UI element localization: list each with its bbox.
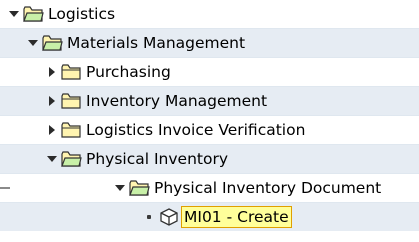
- folder-open-icon: [60, 149, 82, 169]
- tree-node-logistics[interactable]: Logistics: [0, 0, 419, 29]
- folder-icon: [60, 62, 82, 82]
- tree-node-logistics-invoice-verification[interactable]: Logistics Invoice Verification: [0, 116, 419, 145]
- tree-node-label: MI01 - Create: [181, 206, 292, 228]
- tree-node-purchasing[interactable]: Purchasing: [0, 58, 419, 87]
- folder-icon: [60, 91, 82, 111]
- expand-arrow-right-icon[interactable]: [46, 66, 58, 78]
- expand-arrow-right-icon[interactable]: [46, 124, 58, 136]
- tree-node-label: Materials Management: [67, 34, 246, 52]
- expand-arrow-right-icon[interactable]: [46, 95, 58, 107]
- tree-node-label: Inventory Management: [86, 92, 268, 110]
- expand-arrow-down-icon[interactable]: [114, 182, 126, 194]
- folder-open-icon: [41, 33, 63, 53]
- leaf-bullet-icon: [147, 215, 151, 219]
- transaction-cube-icon: [158, 207, 180, 227]
- tree-node-label: Logistics: [48, 5, 116, 23]
- tree-node-physical-inventory-document[interactable]: Physical Inventory Document: [0, 174, 419, 203]
- tree-node-mi01-create[interactable]: MI01 - Create: [0, 203, 419, 232]
- tree-node-label: Logistics Invoice Verification: [86, 121, 306, 139]
- expand-arrow-down-icon[interactable]: [46, 153, 58, 165]
- tree-node-inventory-management[interactable]: Inventory Management: [0, 87, 419, 116]
- tree-node-label: Physical Inventory: [86, 150, 229, 168]
- divider: [0, 187, 10, 189]
- tree-node-label: Purchasing: [86, 63, 171, 81]
- tree-node-physical-inventory[interactable]: Physical Inventory: [0, 145, 419, 174]
- folder-icon: [60, 120, 82, 140]
- tree-node-materials-management[interactable]: Materials Management: [0, 29, 419, 58]
- folder-open-icon: [22, 4, 44, 24]
- tree-node-label: Physical Inventory Document: [154, 179, 382, 197]
- expand-arrow-down-icon[interactable]: [27, 37, 39, 49]
- folder-open-icon: [128, 178, 150, 198]
- expand-arrow-down-icon[interactable]: [8, 8, 20, 20]
